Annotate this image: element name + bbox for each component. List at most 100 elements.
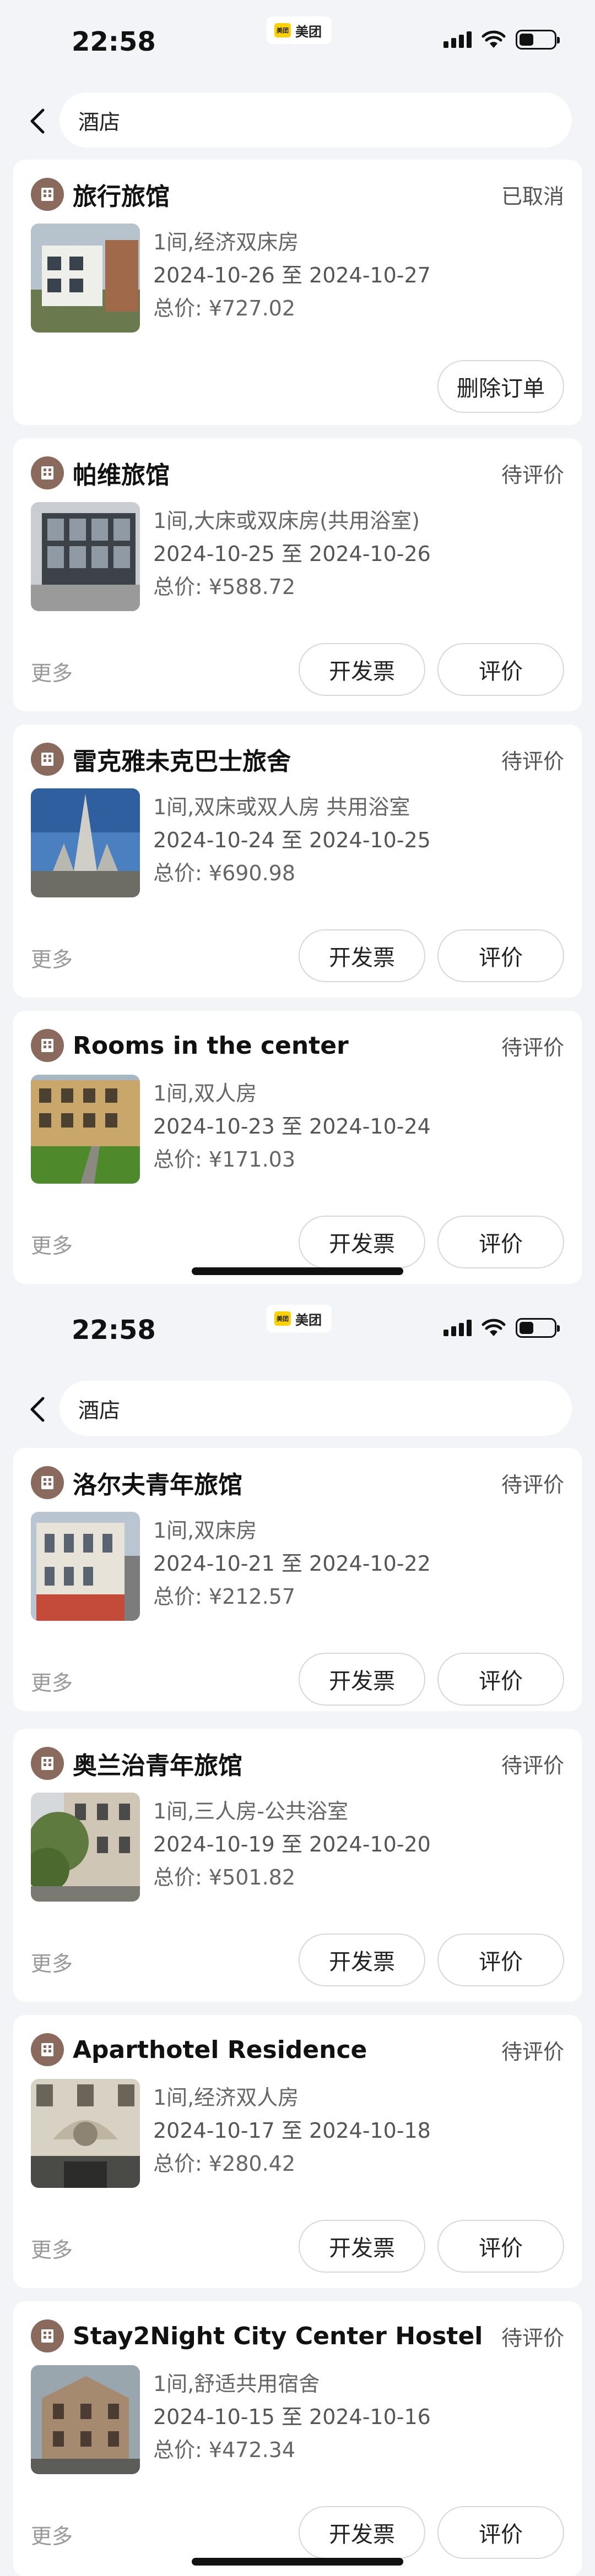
hotel-photo[interactable] <box>31 788 140 897</box>
stay-dates: 2024-10-15 至 2024-10-16 <box>153 2405 431 2429</box>
hotel-name[interactable]: 奥兰治青年旅馆 <box>73 1746 501 1781</box>
stay-dates: 2024-10-17 至 2024-10-18 <box>153 2118 431 2143</box>
room-type: 1间,双人房 <box>153 1081 257 1105</box>
wifi-icon <box>482 1319 506 1336</box>
room-type: 1间,经济双人房 <box>153 2085 299 2110</box>
home-indicator[interactable] <box>192 1267 403 1275</box>
battery-icon <box>516 1318 560 1338</box>
more-link[interactable]: 更多 <box>31 1229 73 1259</box>
hotel-name[interactable]: Stay2Night City Center Hostel <box>73 2322 501 2350</box>
hotel-icon <box>31 1747 64 1780</box>
invoice-button[interactable]: 开发票 <box>299 1934 425 1986</box>
total-price: 总价: ¥472.34 <box>153 2438 296 2462</box>
home-indicator[interactable] <box>192 2558 403 2566</box>
total-price: 总价: ¥212.57 <box>153 1584 296 1609</box>
hotel-photo[interactable] <box>31 2079 140 2188</box>
order-status: 待评价 <box>501 749 564 774</box>
room-type: 1间,舒适共用宿舍 <box>153 2372 320 2396</box>
system-icons <box>443 30 560 50</box>
stay-dates: 2024-10-21 至 2024-10-22 <box>153 1551 431 1576</box>
hotel-name[interactable]: Rooms in the center <box>73 1032 501 1060</box>
hotel-name[interactable]: 旅行旅馆 <box>73 177 501 212</box>
order-card[interactable]: Aparthotel Residence 待评价 1间,经济双人房 2024-1… <box>13 2015 582 2288</box>
review-button[interactable]: 评价 <box>437 1653 564 1706</box>
search-text: 酒店 <box>78 110 121 134</box>
room-type: 1间,经济双床房 <box>153 230 299 254</box>
order-card[interactable]: 洛尔夫青年旅馆 待评价 1间,双床房 2024-10-21 至 2024-10-… <box>13 1448 582 1711</box>
app-badge[interactable]: 美团 美团 <box>267 1305 332 1332</box>
invoice-button[interactable]: 开发票 <box>299 2220 425 2273</box>
hotel-icon <box>31 1029 64 1062</box>
order-card[interactable]: 雷克雅未克巴士旅舍 待评价 1间,双床或双人房 共用浴室 2024-10-24 … <box>13 725 582 998</box>
review-button[interactable]: 评价 <box>437 1934 564 1986</box>
order-card[interactable]: 奥兰治青年旅馆 待评价 1间,三人房-公共浴室 2024-10-19 至 202… <box>13 1729 582 2002</box>
meituan-logo-icon: 美团 <box>274 1311 291 1326</box>
stay-dates: 2024-10-19 至 2024-10-20 <box>153 1832 431 1856</box>
invoice-button[interactable]: 开发票 <box>299 643 425 696</box>
hotel-name[interactable]: 雷克雅未克巴士旅舍 <box>73 742 501 777</box>
stay-dates: 2024-10-23 至 2024-10-24 <box>153 1114 431 1139</box>
order-status: 待评价 <box>501 1753 564 1778</box>
screen-2: 22:58 美团 美团 酒店 洛尔夫青年旅馆 待评价 1间,双床房 2024-1… <box>0 1288 595 2576</box>
hotel-name[interactable]: 帕维旅馆 <box>73 455 501 491</box>
room-type: 1间,三人房-公共浴室 <box>153 1799 348 1823</box>
invoice-button[interactable]: 开发票 <box>299 1216 425 1268</box>
app-badge-label: 美团 <box>295 1312 322 1328</box>
hotel-photo[interactable] <box>31 1075 140 1184</box>
more-link[interactable]: 更多 <box>31 2233 73 2263</box>
search-input[interactable]: 酒店 <box>60 1381 572 1436</box>
app-badge[interactable]: 美团 美团 <box>267 17 332 44</box>
hotel-icon <box>31 2319 64 2352</box>
review-button[interactable]: 评价 <box>437 2220 564 2273</box>
order-card[interactable]: Rooms in the center 待评价 1间,双人房 2024-10-2… <box>13 1011 582 1284</box>
hotel-icon <box>31 456 64 489</box>
total-price: 总价: ¥501.82 <box>153 1865 296 1889</box>
status-bar: 22:58 美团 美团 <box>0 1288 595 1371</box>
invoice-button[interactable]: 开发票 <box>299 2506 425 2559</box>
hotel-photo[interactable] <box>31 224 140 333</box>
header: 酒店 <box>0 1381 595 1438</box>
hotel-name[interactable]: Aparthotel Residence <box>73 2036 501 2064</box>
stay-dates: 2024-10-25 至 2024-10-26 <box>153 542 431 566</box>
total-price: 总价: ¥280.42 <box>153 2152 296 2176</box>
hotel-photo[interactable] <box>31 1793 140 1902</box>
hotel-icon <box>31 178 64 211</box>
invoice-button[interactable]: 开发票 <box>299 1653 425 1706</box>
more-link[interactable]: 更多 <box>31 2519 73 2550</box>
more-link[interactable]: 更多 <box>31 1666 73 1696</box>
order-card[interactable]: 旅行旅馆 已取消 1间,经济双床房 2024-10-26 至 2024-10-2… <box>13 160 582 425</box>
chevron-left-icon[interactable] <box>24 1395 51 1424</box>
status-bar: 22:58 美团 美团 <box>0 0 595 83</box>
invoice-button[interactable]: 开发票 <box>299 929 425 982</box>
total-price: 总价: ¥588.72 <box>153 575 296 599</box>
stay-dates: 2024-10-24 至 2024-10-25 <box>153 828 431 852</box>
order-status: 已取消 <box>501 184 564 209</box>
order-card[interactable]: 帕维旅馆 待评价 1间,大床或双床房(共用浴室) 2024-10-25 至 20… <box>13 438 582 711</box>
review-button[interactable]: 评价 <box>437 2506 564 2559</box>
more-link[interactable]: 更多 <box>31 656 73 687</box>
app-badge-label: 美团 <box>295 24 322 40</box>
hotel-photo[interactable] <box>31 1512 140 1621</box>
review-button[interactable]: 评价 <box>437 929 564 982</box>
delete-order-button[interactable]: 删除订单 <box>437 360 564 413</box>
cellular-signal-icon <box>443 31 472 48</box>
meituan-logo-icon: 美团 <box>274 23 291 37</box>
hotel-photo[interactable] <box>31 502 140 611</box>
order-status: 待评价 <box>501 2039 564 2064</box>
hotel-icon <box>31 2033 64 2066</box>
chevron-left-icon[interactable] <box>24 107 51 135</box>
total-price: 总价: ¥727.02 <box>153 296 296 320</box>
more-link[interactable]: 更多 <box>31 1947 73 1977</box>
room-type: 1间,双床或双人房 共用浴室 <box>153 795 410 819</box>
order-status: 待评价 <box>501 2326 564 2350</box>
order-status: 待评价 <box>501 462 564 487</box>
review-button[interactable]: 评价 <box>437 643 564 696</box>
wifi-icon <box>482 30 506 48</box>
order-card[interactable]: Stay2Night City Center Hostel 待评价 1间,舒适共… <box>13 2301 582 2576</box>
hotel-name[interactable]: 洛尔夫青年旅馆 <box>73 1465 501 1500</box>
battery-icon <box>516 30 560 50</box>
more-link[interactable]: 更多 <box>31 943 73 973</box>
hotel-photo[interactable] <box>31 2365 140 2474</box>
review-button[interactable]: 评价 <box>437 1216 564 1268</box>
search-input[interactable]: 酒店 <box>60 92 572 148</box>
